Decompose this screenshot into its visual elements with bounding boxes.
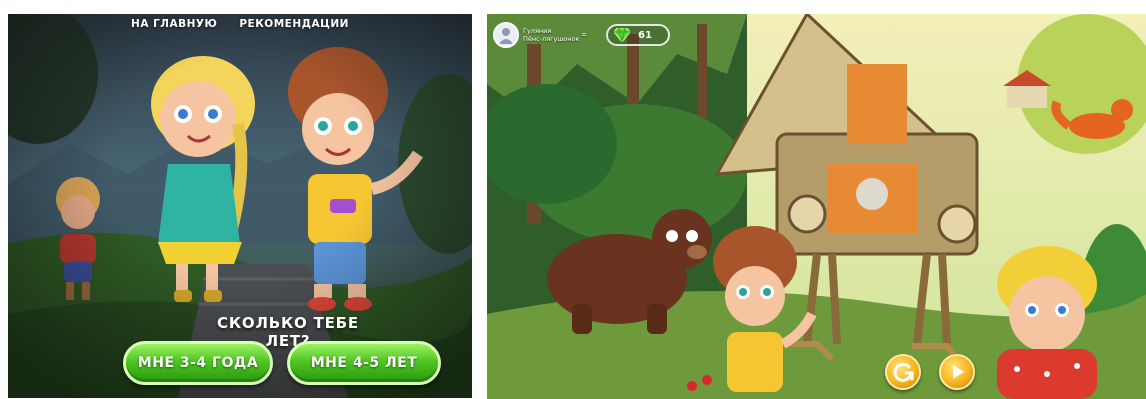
forest-hut-illustration	[487, 14, 1146, 399]
age-4-5-button[interactable]: МНЕ 4-5 ЛЕТ	[287, 341, 441, 385]
age-3-4-button[interactable]: МНЕ 3-4 ГОДА	[123, 341, 273, 385]
play-button[interactable]	[939, 354, 975, 390]
play-icon	[953, 365, 964, 379]
home-link[interactable]: НА ГЛАВНУЮ	[127, 16, 221, 32]
story-scene-screen: Гуляния Пёнс-лягушонок = 61	[487, 14, 1146, 399]
gem-counter[interactable]: 61	[606, 24, 670, 46]
user-separator: =	[581, 31, 587, 39]
gem-count: 61	[638, 29, 652, 41]
top-navigation: НА ГЛАВНУЮ РЕКОМЕНДАЦИИ	[8, 16, 472, 32]
age-select-screen: НА ГЛАВНУЮ РЕКОМЕНДАЦИИ СКОЛЬКО ТЕБЕ ЛЕТ…	[8, 14, 472, 398]
replay-icon	[893, 362, 914, 382]
user-name-line2: Пёнс-лягушонок	[523, 35, 580, 43]
user-profile[interactable]: Гуляния Пёнс-лягушонок =	[493, 22, 587, 48]
user-name-line1: Гуляния	[523, 27, 552, 35]
blond-boy-character	[997, 246, 1097, 399]
recommendations-link[interactable]: РЕКОМЕНДАЦИИ	[235, 16, 353, 32]
avatar	[493, 22, 519, 48]
replay-button[interactable]	[885, 354, 921, 390]
user-name: Гуляния Пёнс-лягушонок =	[523, 27, 587, 43]
user-icon	[499, 28, 513, 44]
green-gem-icon	[614, 28, 630, 42]
